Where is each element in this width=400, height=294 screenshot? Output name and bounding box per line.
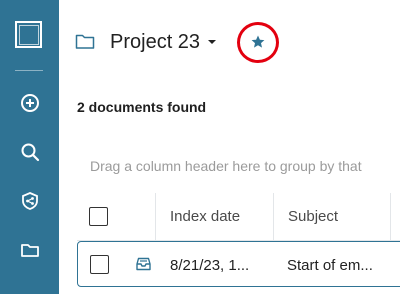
sidebar <box>0 0 59 294</box>
column-separator <box>390 193 391 240</box>
cell-index-date: 8/21/23, 1... <box>170 257 250 274</box>
documents-found-count: 2 documents found <box>77 99 207 115</box>
folder-icon <box>20 243 39 257</box>
sidebar-item-add[interactable] <box>14 87 45 118</box>
shield-share-icon <box>21 191 38 210</box>
sidebar-item-shield[interactable] <box>14 185 45 216</box>
inbox-tray-icon <box>136 257 151 271</box>
column-header-subject[interactable]: Subject <box>288 208 338 225</box>
folder-icon <box>75 34 95 49</box>
column-separator <box>273 193 274 240</box>
chevron-down-icon[interactable] <box>206 38 218 46</box>
column-header-index-date[interactable]: Index date <box>170 208 240 225</box>
row-checkbox[interactable] <box>90 255 109 274</box>
search-icon <box>21 143 39 161</box>
select-all-checkbox[interactable] <box>89 207 108 226</box>
plus-circle-icon <box>20 93 39 112</box>
sidebar-item-folder[interactable] <box>14 234 45 265</box>
group-by-drop-zone[interactable]: Drag a column header here to group by th… <box>90 158 362 174</box>
star-icon[interactable] <box>250 34 266 50</box>
app-logo[interactable] <box>15 21 42 48</box>
column-separator <box>155 193 156 240</box>
sidebar-item-search[interactable] <box>14 136 45 167</box>
sidebar-divider <box>15 70 43 71</box>
project-title[interactable]: Project 23 <box>110 31 200 54</box>
cell-subject: Start of em... <box>287 257 373 274</box>
